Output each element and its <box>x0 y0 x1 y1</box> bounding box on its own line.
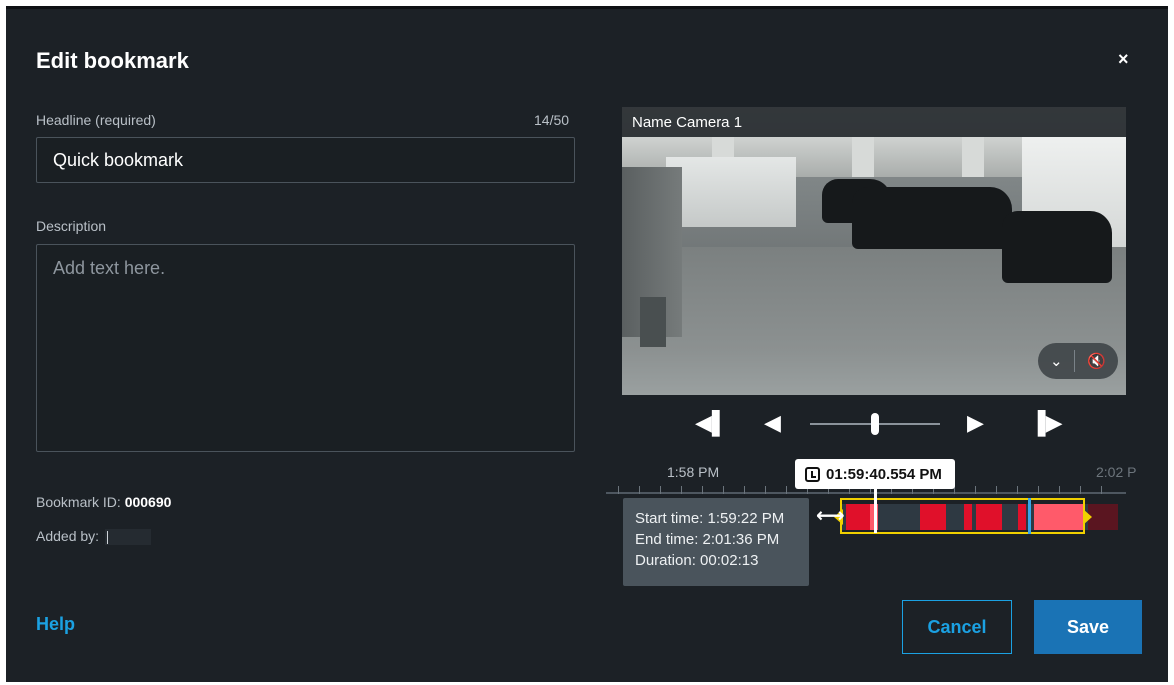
dialog-title: Edit bookmark <box>36 48 189 73</box>
next-frame-icon[interactable]: ▐▶ <box>1030 412 1063 434</box>
video-background-wall <box>666 157 796 227</box>
help-link[interactable]: Help <box>36 614 75 635</box>
previous-frame-icon[interactable]: ◀▌ <box>695 412 728 434</box>
camera-name: Name Camera 1 <box>632 114 743 131</box>
video-beam <box>962 137 984 177</box>
tooltip-end-time: End time: 2:01:36 PM <box>635 531 780 548</box>
timeline-tick <box>975 486 976 494</box>
video-parked-car <box>852 187 1012 249</box>
added-by-value-redacted <box>104 529 151 546</box>
camera-name-bar: Name Camera 1 <box>622 107 1126 137</box>
headline-char-counter: 14/50 <box>534 112 570 128</box>
timeline-tick <box>723 486 724 494</box>
save-button[interactable]: Save <box>1034 600 1142 654</box>
bookmark-id-label: Bookmark ID: <box>36 494 121 510</box>
chevron-down-icon[interactable]: ⌄ <box>1050 352 1063 370</box>
tooltip-start-time: Start time: 1:59:22 PM <box>635 510 785 527</box>
timeline-label-end: 2:02 P <box>1096 464 1137 480</box>
tooltip-duration: Duration: 00:02:13 <box>635 552 759 569</box>
timeline-tick <box>1101 486 1102 494</box>
top-border <box>6 6 1168 9</box>
timeline-marker <box>1028 498 1031 534</box>
cancel-button[interactable]: Cancel <box>902 600 1012 654</box>
added-by-row: Added by: <box>36 528 151 546</box>
video-parked-car <box>1002 211 1112 283</box>
timeline-tick <box>1038 486 1039 494</box>
audio-control: ⌄ 🔇 <box>1038 343 1118 379</box>
clock-icon <box>805 466 820 482</box>
description-textarea[interactable] <box>36 244 575 452</box>
audio-divider <box>1074 350 1076 372</box>
bookmark-id-value: 000690 <box>124 494 172 510</box>
timeline-label-start: 1:58 PM <box>667 464 720 480</box>
current-time-badge: 01:59:40.554 PM <box>795 459 955 489</box>
timeline-tick <box>1080 486 1081 494</box>
motion-segment <box>1088 504 1118 530</box>
current-time-value: 01:59:40.554 PM <box>826 465 942 483</box>
step-back-icon[interactable]: ◀ <box>764 412 781 434</box>
camera-video-preview[interactable]: Name Camera 1 ⌄ 🔇 <box>622 107 1126 395</box>
video-beam <box>852 137 874 177</box>
timeline-tick <box>1017 486 1018 494</box>
timeline-tick <box>639 486 640 494</box>
close-icon[interactable]: × <box>1118 50 1129 68</box>
edit-bookmark-dialog: Edit bookmark × Headline (required) 14/5… <box>6 6 1168 682</box>
added-by-label: Added by: <box>36 528 100 544</box>
timeline-playhead[interactable] <box>874 489 877 533</box>
timeline-tick <box>618 486 619 494</box>
description-label: Description <box>36 218 107 234</box>
timeline-tick <box>660 486 661 494</box>
timeline-tick <box>1059 486 1060 494</box>
timeline-tick <box>786 486 787 494</box>
selection-end-handle[interactable] <box>1083 509 1092 525</box>
speaker-muted-icon[interactable]: 🔇 <box>1087 352 1106 370</box>
timeline-tick <box>681 486 682 494</box>
step-forward-icon[interactable]: ▶ <box>967 412 984 434</box>
headline-input[interactable] <box>36 137 575 183</box>
video-trash-bin <box>640 297 666 347</box>
timeline-tick <box>996 486 997 494</box>
headline-label: Headline (required) <box>36 112 156 128</box>
playback-speed-thumb[interactable] <box>871 413 879 435</box>
timeline-axis <box>606 492 1126 494</box>
resize-cursor-icon: ⟷ <box>816 505 845 527</box>
bookmark-id-row: Bookmark ID: 000690 <box>36 494 171 510</box>
timeline-tick <box>702 486 703 494</box>
range-tooltip: Start time: 1:59:22 PM End time: 2:01:36… <box>623 498 809 586</box>
timeline-tick <box>765 486 766 494</box>
timeline-tick <box>744 486 745 494</box>
